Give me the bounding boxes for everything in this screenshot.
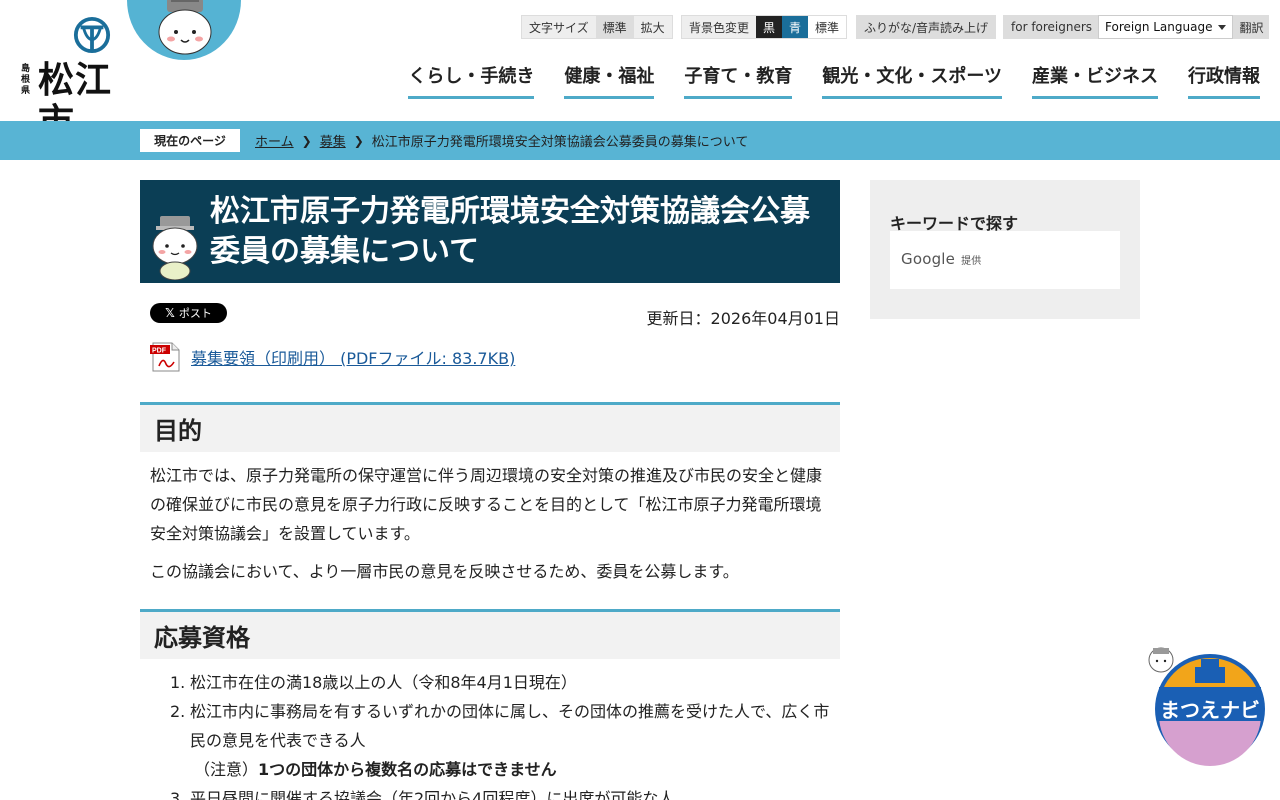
google-search-input[interactable]: Google 提供 [890,231,1120,289]
logo-prefecture: 島根県 [21,64,31,96]
bg-blue-button[interactable]: 青 [782,16,809,38]
list-text: 松江市内に事務局を有するいずれかの団体に属し、その団体の推薦を受けた人で、広く市… [190,702,830,750]
breadcrumb-home-link[interactable]: ホーム [255,131,294,150]
page-title: 松江市原子力発電所環境安全対策協議会公募委員の募集について [210,194,810,269]
bg-color-label: 背景色変更 [682,16,757,38]
sidebar-search: キーワードで探す Google 提供 [870,180,1140,319]
foreign-language-select[interactable]: Foreign Language [1098,15,1234,39]
breadcrumb-recruit-link[interactable]: 募集 [320,131,346,150]
matsue-navi-label: まつえナビ [1160,698,1260,722]
pdf-download: PDF 募集要領（印刷用） (PDFファイル: 83.7KB) [150,342,515,372]
list-number: 3. [170,789,186,800]
foreigners-control: for foreigners [1003,15,1101,39]
x-logo-icon: 𝕏 [165,306,175,320]
x-post-button[interactable]: 𝕏 ポスト [150,303,227,323]
mascot-icon [158,0,212,55]
mascot-icon [152,216,198,280]
language-controls: Foreign Language 翻訳 [1098,15,1270,39]
gnav-item-kurashi[interactable]: くらし・手続き [408,60,535,99]
note-emphasis: 1つの団体から複数名の応募はできません [258,760,557,779]
google-label: Google [901,250,956,268]
google-branding: Google 提供 [901,250,982,268]
font-size-controls: 文字サイズ 標準 拡大 [521,15,673,39]
chevron-down-icon [1218,24,1227,30]
foreign-language-label: Foreign Language [1105,20,1213,34]
list-number: 1. [170,673,186,692]
city-logo[interactable]: 島根県 松江市 [18,14,148,143]
font-large-button[interactable]: 拡大 [633,16,672,38]
font-standard-button[interactable]: 標準 [595,16,634,38]
furigana-button[interactable]: ふりがな/音声読み上げ [856,15,997,39]
page-title-box: 松江市原子力発電所環境安全対策協議会公募委員の募集について [140,180,840,283]
purpose-paragraph-1: 松江市では、原子力発電所の保守運営に伴う周辺環境の安全対策の推進及び市民の安全と… [150,466,823,543]
gnav-item-industry[interactable]: 産業・ビジネス [1032,60,1158,99]
list-item: 1. 松江市在住の満18歳以上の人（令和8年4月1日現在） [170,668,830,697]
site-header: 島根県 松江市 文字サイズ 標準 拡大 背景色変更 黒 青 標準 [0,0,1280,143]
section-heading-eligibility: 応募資格 [140,609,840,659]
bg-standard-button[interactable]: 標準 [808,16,847,38]
list-item: 3. 平日昼間に開催する協議会（年2回から4回程度）に出席が可能な人 [170,784,830,800]
font-size-label: 文字サイズ [522,16,596,38]
chevron-right-icon: ❯ [301,133,312,148]
eligibility-list: 1. 松江市在住の満18歳以上の人（令和8年4月1日現在） 2. 松江市内に事務… [170,668,830,800]
gnav-item-childcare[interactable]: 子育て・教育 [684,60,793,99]
updated-date: 更新日：2026年04月01日 [646,309,840,328]
breadcrumb-label: 現在のページ [140,129,240,152]
global-nav: くらし・手続き 健康・福祉 子育て・教育 観光・文化・スポーツ 産業・ビジネス … [408,60,1260,100]
svg-text:PDF: PDF [152,348,167,355]
note-prefix: （注意） [194,760,259,779]
list-text: 平日昼間に開催する協議会（年2回から4回程度）に出席が可能な人 [190,789,675,800]
bg-black-button[interactable]: 黒 [756,16,783,38]
google-provided-label: 提供 [961,256,982,267]
background-color-controls: 背景色変更 黒 青 標準 [681,15,848,39]
list-number: 2. [170,702,186,721]
x-post-label: ポスト [178,307,212,320]
city-emblem-icon [73,16,111,54]
pdf-guideline-link[interactable]: 募集要領（印刷用） (PDFファイル: 83.7KB) [191,345,515,369]
main-content: 松江市原子力発電所環境安全対策協議会公募委員の募集について 𝕏 ポスト 更新日：… [140,180,840,800]
purpose-paragraph-2: この協議会において、より一層市民の意見を反映させるため、委員を公募します。 [150,562,739,581]
list-item: 2. 松江市内に事務局を有するいずれかの団体に属し、その団体の推薦を受けた人で、… [170,697,830,784]
gnav-item-tourism[interactable]: 観光・文化・スポーツ [822,60,1002,99]
chevron-right-icon: ❯ [353,133,364,148]
matsue-navi-button[interactable]: まつえナビ [1145,645,1270,770]
eligibility-note: （注意）1つの団体から複数名の応募はできません [190,755,830,784]
section-heading-purpose: 目的 [140,402,840,452]
breadcrumb-current: 松江市原子力発電所環境安全対策協議会公募委員の募集について [371,135,749,150]
gnav-item-administration[interactable]: 行政情報 [1188,60,1260,99]
translate-button[interactable]: 翻訳 [1233,15,1270,39]
breadcrumb: 現在のページ ホーム ❯ 募集 ❯ 松江市原子力発電所環境安全対策協議会公募委員… [0,121,1280,160]
pdf-file-icon: PDF [150,342,180,372]
for-foreigners-button[interactable]: for foreigners [1003,15,1101,39]
list-text: 松江市在住の満18歳以上の人（令和8年4月1日現在） [190,673,577,692]
furigana-control: ふりがな/音声読み上げ [856,15,997,39]
gnav-item-health[interactable]: 健康・福祉 [564,60,655,99]
